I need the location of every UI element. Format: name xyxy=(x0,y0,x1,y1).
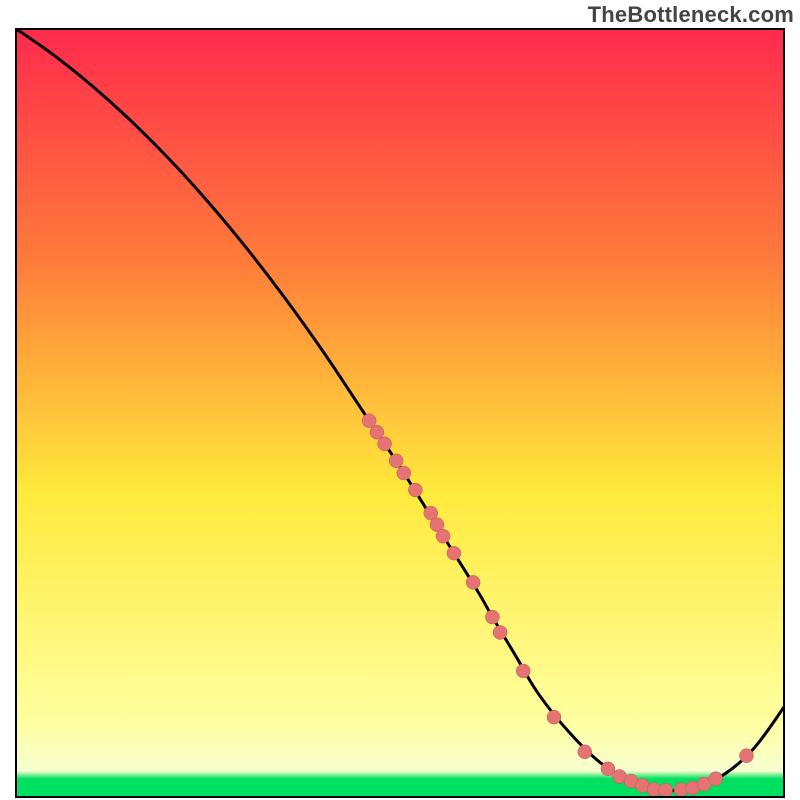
data-point xyxy=(516,664,530,678)
plot-area xyxy=(15,28,785,798)
watermark-label: TheBottleneck.com xyxy=(588,2,794,28)
data-point xyxy=(547,710,561,724)
data-point xyxy=(485,610,499,624)
data-point xyxy=(447,546,461,560)
data-point xyxy=(740,749,754,763)
data-point xyxy=(493,625,507,639)
data-point xyxy=(389,454,403,468)
data-point xyxy=(466,575,480,589)
data-point xyxy=(578,745,592,759)
chart-svg xyxy=(15,28,785,798)
data-point xyxy=(436,529,450,543)
chart-stage: TheBottleneck.com xyxy=(0,0,800,800)
data-point xyxy=(659,783,673,797)
data-point xyxy=(709,772,723,786)
gradient-background xyxy=(15,28,785,798)
data-point xyxy=(378,437,392,451)
data-point xyxy=(408,483,422,497)
data-point xyxy=(397,466,411,480)
